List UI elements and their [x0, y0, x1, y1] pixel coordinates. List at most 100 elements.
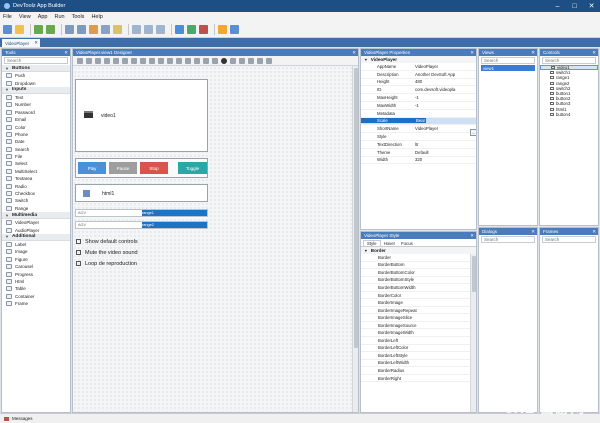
- align-left-icon[interactable]: [132, 25, 141, 34]
- menu-run[interactable]: Run: [55, 14, 65, 20]
- property-value[interactable]: -1: [415, 95, 476, 100]
- tool-group-header[interactable]: ▼ Buttons: [2, 65, 70, 72]
- property-value[interactable]: 320: [415, 157, 476, 162]
- preview-icon[interactable]: [221, 57, 227, 64]
- run-icon[interactable]: [187, 25, 196, 34]
- property-value[interactable]: Bear: [415, 118, 427, 124]
- tool-item[interactable]: Container: [2, 293, 70, 300]
- maximize-icon[interactable]: □: [566, 0, 583, 12]
- checkbox-mute[interactable]: Mute the video sound: [76, 247, 209, 258]
- property-value[interactable]: VideoPlayer: [415, 64, 476, 69]
- redo-icon[interactable]: [46, 25, 55, 34]
- checkbox-box[interactable]: [76, 250, 81, 255]
- property-row[interactable]: MaxHeight -1: [361, 94, 476, 102]
- save-icon[interactable]: [65, 25, 74, 34]
- align-icon[interactable]: [140, 57, 146, 64]
- tab-hover[interactable]: Hover: [381, 241, 398, 246]
- design-canvas[interactable]: video1 Play Pause Stop Toggle html1 AGV …: [73, 66, 352, 412]
- tool-item[interactable]: Image: [2, 248, 70, 255]
- play-button[interactable]: Play: [78, 162, 106, 174]
- distribute-icon[interactable]: [149, 57, 155, 64]
- menu-tools[interactable]: Tools: [72, 14, 85, 20]
- stop-button[interactable]: Stop: [140, 162, 168, 174]
- close-icon[interactable]: ✕: [64, 50, 68, 56]
- checkbox-box[interactable]: [76, 261, 81, 266]
- style-row[interactable]: BorderBottomStyle: [361, 277, 476, 285]
- collapse-icon[interactable]: ▼: [5, 213, 9, 218]
- tool-item[interactable]: Table: [2, 285, 70, 292]
- dialogs-search-input[interactable]: Search: [481, 236, 535, 243]
- tool-item[interactable]: AudioPlayer: [2, 226, 70, 233]
- ruler-icon[interactable]: [266, 57, 272, 64]
- align-right-icon[interactable]: [156, 25, 165, 34]
- tool-item[interactable]: Progress: [2, 270, 70, 277]
- tools-search-input[interactable]: Search: [4, 57, 68, 64]
- property-row[interactable]: Description Another DevSoft App: [361, 71, 476, 79]
- size-icon[interactable]: [185, 57, 191, 64]
- style-row[interactable]: BorderLeftStyle: [361, 352, 476, 360]
- property-row[interactable]: Scale Bear: [361, 117, 476, 126]
- frames-search-input[interactable]: Search: [542, 236, 596, 243]
- tool-item[interactable]: Push: [2, 72, 70, 79]
- close-icon[interactable]: ✕: [592, 50, 596, 56]
- zoom-out-icon[interactable]: [248, 57, 254, 64]
- size-icon[interactable]: [194, 57, 200, 64]
- align-icon[interactable]: [131, 57, 137, 64]
- toggle-button[interactable]: Toggle: [178, 162, 207, 174]
- property-value[interactable]: VideoPlayer: [415, 126, 476, 131]
- property-row[interactable]: TextDirection ltr: [361, 141, 476, 149]
- style-scrollbar[interactable]: [470, 254, 476, 412]
- size-icon[interactable]: [167, 57, 173, 64]
- tool-item[interactable]: Switch: [2, 197, 70, 204]
- checkbox-loop[interactable]: Loop de reproduction: [76, 258, 209, 269]
- property-value[interactable]: 480: [415, 79, 476, 84]
- property-row[interactable]: Style: [361, 133, 476, 141]
- close-icon[interactable]: ✕: [531, 229, 535, 235]
- control-item[interactable]: button4: [540, 112, 598, 117]
- messages-icon[interactable]: [4, 416, 9, 421]
- order-icon[interactable]: [203, 57, 209, 64]
- copy-icon[interactable]: [101, 25, 110, 34]
- tool-item[interactable]: Color: [2, 123, 70, 130]
- tool-item[interactable]: Password: [2, 109, 70, 116]
- range-row-1[interactable]: AGV range1: [75, 209, 208, 217]
- tool-item[interactable]: Phone: [2, 131, 70, 138]
- collapse-icon[interactable]: ▼: [5, 87, 9, 92]
- distribute-icon[interactable]: [158, 57, 164, 64]
- collapse-icon[interactable]: ▼: [5, 66, 9, 71]
- tool-group-header[interactable]: ▼ Additional: [2, 233, 70, 241]
- close-tab-icon[interactable]: ✕: [34, 40, 38, 46]
- style-row[interactable]: BorderBottom: [361, 262, 476, 270]
- style-row[interactable]: Border: [361, 254, 476, 262]
- property-value[interactable]: -1: [415, 103, 476, 108]
- minimize-icon[interactable]: –: [549, 0, 566, 12]
- align-icon[interactable]: [122, 57, 128, 64]
- menu-view[interactable]: View: [19, 14, 31, 20]
- tool-item[interactable]: MultiSelect: [2, 168, 70, 175]
- property-row[interactable]: ID com.devsoft.videopla: [361, 86, 476, 95]
- tool-item[interactable]: File: [2, 153, 70, 160]
- close-icon[interactable]: ✕: [592, 229, 596, 235]
- tool-item[interactable]: Number: [2, 101, 70, 108]
- style-row[interactable]: BorderLeft: [361, 337, 476, 345]
- style-row[interactable]: BorderImageRepeat: [361, 307, 476, 315]
- undo-icon[interactable]: [34, 25, 43, 34]
- close-icon[interactable]: ✕: [470, 233, 474, 239]
- property-row[interactable]: Width 320: [361, 157, 476, 165]
- menu-app[interactable]: App: [38, 14, 48, 20]
- close-icon[interactable]: ✕: [470, 50, 474, 56]
- fit-icon[interactable]: [257, 57, 263, 64]
- tab-focus[interactable]: Focus: [398, 241, 416, 246]
- menu-file[interactable]: File: [3, 14, 12, 20]
- scroll-thumb[interactable]: [354, 68, 358, 348]
- tool-item[interactable]: Label: [2, 241, 70, 248]
- close-icon[interactable]: ✕: [352, 50, 356, 56]
- tool-group-header[interactable]: ▼ Multimedia: [2, 212, 70, 220]
- property-value[interactable]: ltr: [415, 142, 476, 147]
- scroll-thumb[interactable]: [472, 256, 476, 292]
- tool-item[interactable]: VideoPlayer: [2, 219, 70, 226]
- property-edit-button[interactable]: …: [470, 129, 476, 136]
- views-search-input[interactable]: Search: [481, 57, 535, 64]
- align-icon[interactable]: [104, 57, 110, 64]
- style-row[interactable]: BorderImageWidth: [361, 329, 476, 338]
